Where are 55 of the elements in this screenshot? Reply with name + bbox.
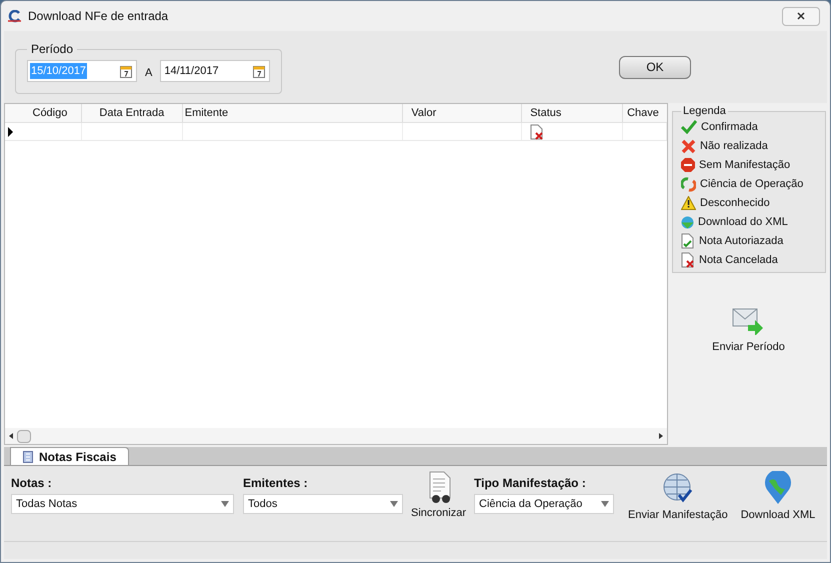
- type-label: Tipo Manifestação :: [474, 475, 587, 492]
- notes-label: Notas :: [11, 475, 53, 492]
- legend-title: Legenda: [682, 104, 727, 119]
- type-dropdown[interactable]: Ciência da Operação: [474, 494, 614, 514]
- period-label: Período: [30, 41, 74, 58]
- download-xml-button[interactable]: Download XML: [740, 471, 816, 524]
- globe-icon: [681, 216, 694, 228]
- window-title: Download NFe de entrada: [28, 8, 170, 25]
- send-period-button[interactable]: Enviar Período: [712, 306, 785, 355]
- column-header[interactable]: Emitente: [182, 104, 404, 122]
- scroll-left-icon[interactable]: [9, 433, 13, 439]
- separator-label: A: [145, 66, 152, 81]
- column-header[interactable]: Data Entrada: [82, 104, 183, 122]
- scroll-right-icon[interactable]: [659, 433, 663, 439]
- notes-icon: [23, 450, 33, 462]
- legend-item: Nota Cancelada: [699, 252, 778, 268]
- check-icon: [681, 120, 697, 134]
- dropdown-arrow-icon[interactable]: [601, 501, 610, 507]
- legend-item: Ciência de Operação: [700, 176, 804, 192]
- calendar-icon[interactable]: [253, 64, 266, 78]
- dropdown-arrow-icon[interactable]: [390, 501, 398, 507]
- globe-pin-icon: [763, 471, 793, 505]
- cross-icon: [681, 138, 696, 154]
- refresh-arrows-icon: [681, 176, 696, 192]
- dropdown-arrow-icon[interactable]: [221, 501, 229, 507]
- horizontal-scrollbar[interactable]: [5, 428, 667, 444]
- app-logo-icon: [7, 10, 22, 22]
- warning-icon: [681, 196, 696, 210]
- close-icon: [797, 12, 805, 20]
- calendar-icon[interactable]: [120, 64, 132, 78]
- document-check-icon: [681, 233, 695, 249]
- legend-item: Não realizada: [700, 138, 768, 154]
- issuers-dropdown[interactable]: Todos: [243, 494, 403, 514]
- send-manifest-button[interactable]: Enviar Manifestação: [628, 471, 728, 524]
- tab[interactable]: Notas Fiscais: [10, 447, 130, 465]
- stop-sign-icon: [681, 158, 695, 172]
- envelope-arrow-icon: [732, 306, 764, 334]
- legend-item: Confirmada: [701, 120, 758, 135]
- legend-item: Desconhecido: [700, 196, 770, 211]
- legend-item: Nota Autoriazada: [699, 234, 784, 249]
- date-field[interactable]: 14/11/2017: [160, 60, 270, 82]
- sync-button[interactable]: Sincronizar: [411, 471, 466, 522]
- document-x-icon: [681, 252, 695, 268]
- column-header[interactable]: Código: [18, 104, 82, 122]
- legend-item: Sem Manifestação: [699, 158, 790, 173]
- issuers-label: Emitentes :: [243, 475, 309, 492]
- ok-button[interactable]: OK: [619, 56, 691, 78]
- legend-item: Download do XML: [698, 214, 788, 230]
- column-header[interactable]: Chave: [623, 104, 668, 122]
- close-button[interactable]: [782, 6, 820, 26]
- notes-dropdown[interactable]: Todas Notas: [11, 494, 234, 514]
- scroll-thumb[interactable]: [17, 430, 31, 442]
- column-header[interactable]: Status: [522, 104, 624, 122]
- column-header[interactable]: Valor: [403, 104, 522, 122]
- globe-check-icon: [662, 471, 694, 505]
